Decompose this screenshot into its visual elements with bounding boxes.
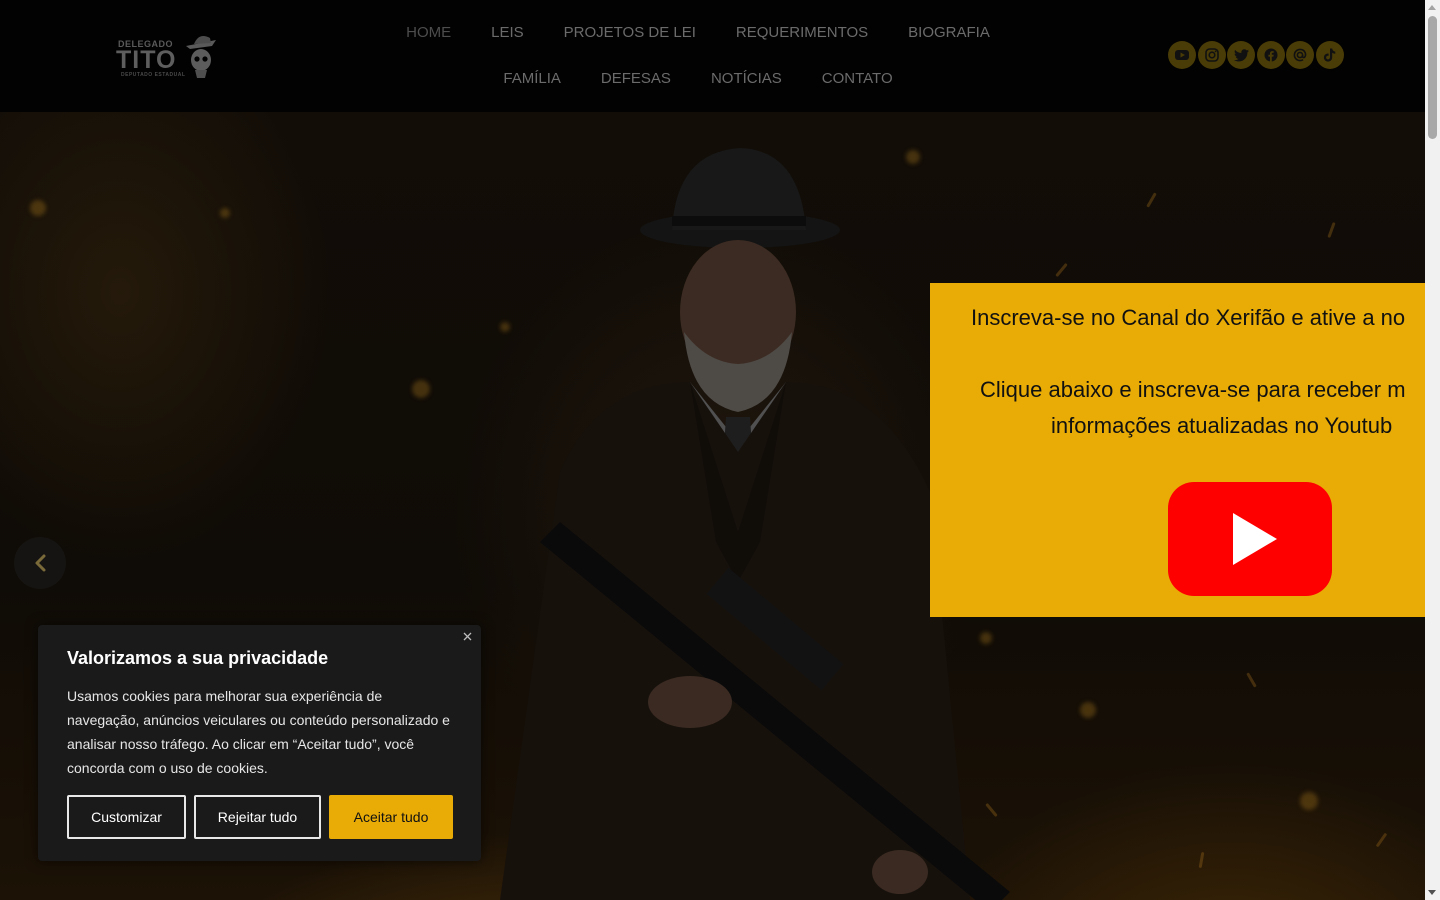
nav-familia[interactable]: FAMÍLIA [483,60,581,106]
scrollbar-thumb[interactable] [1428,16,1437,139]
promo-subtext-line1: Clique abaixo e inscreva-se para receber… [980,377,1406,402]
youtube-play-icon[interactable] [1167,481,1333,597]
cookie-accept-all-button[interactable]: Aceitar tudo [329,795,453,839]
nav-biografia[interactable]: BIOGRAFIA [888,14,1010,60]
nav-requerimentos[interactable]: REQUERIMENTOS [716,14,888,60]
scroll-down-arrow-icon[interactable] [1428,890,1436,895]
nav-noticias[interactable]: NOTÍCIAS [691,60,802,106]
threads-icon[interactable] [1286,41,1315,69]
nav-defesas[interactable]: DEFESAS [581,60,691,106]
social-links [1168,41,1344,69]
twitter-icon[interactable] [1227,41,1256,69]
cookie-description: Usamos cookies para melhorar sua experiê… [67,688,450,776]
promo-subtext-line2: informações atualizadas no Youtub [1051,413,1393,438]
page-scrollbar[interactable] [1425,0,1440,900]
facebook-icon[interactable] [1256,41,1285,69]
cookie-consent-banner: Valorizamos a sua privacidade Usamos coo… [38,625,481,861]
nav-home[interactable]: HOME [386,14,471,60]
youtube-icon[interactable] [1168,41,1196,69]
logo-line-deputado: DEPUTADO ESTADUAL [121,72,186,78]
site-logo[interactable]: DELEGADO TITO DEPUTADO ESTADUAL [114,30,218,82]
nav-projetos-de-lei[interactable]: PROJETOS DE LEI [544,14,716,60]
cookie-title: Valorizamos a sua privacidade [67,648,329,668]
promo-headline: Inscreva-se no Canal do Xerifão e ative … [971,305,1406,330]
instagram-icon[interactable] [1197,41,1226,69]
cookie-customize-button[interactable]: Customizar [67,795,186,839]
tiktok-icon[interactable] [1315,41,1344,69]
nav-leis[interactable]: LEIS [471,14,544,60]
nav-contato[interactable]: CONTATO [802,60,913,106]
main-nav: HOME LEIS PROJETOS DE LEI REQUERIMENTOS … [370,14,1026,106]
cookie-close-button[interactable] [460,629,474,643]
slider-prev-button[interactable] [14,537,66,589]
youtube-promo-box: Inscreva-se no Canal do Xerifão e ative … [930,283,1425,617]
scroll-up-arrow-icon[interactable] [1428,5,1436,10]
close-icon [463,632,471,640]
chevron-left-icon [35,554,46,572]
site-header: DELEGADO TITO DEPUTADO ESTADUAL HOME LEI… [0,0,1425,112]
logo-line-tito: TITO [116,46,177,74]
cookie-reject-all-button[interactable]: Rejeitar tudo [194,795,321,839]
skull-hat-icon [186,36,216,78]
